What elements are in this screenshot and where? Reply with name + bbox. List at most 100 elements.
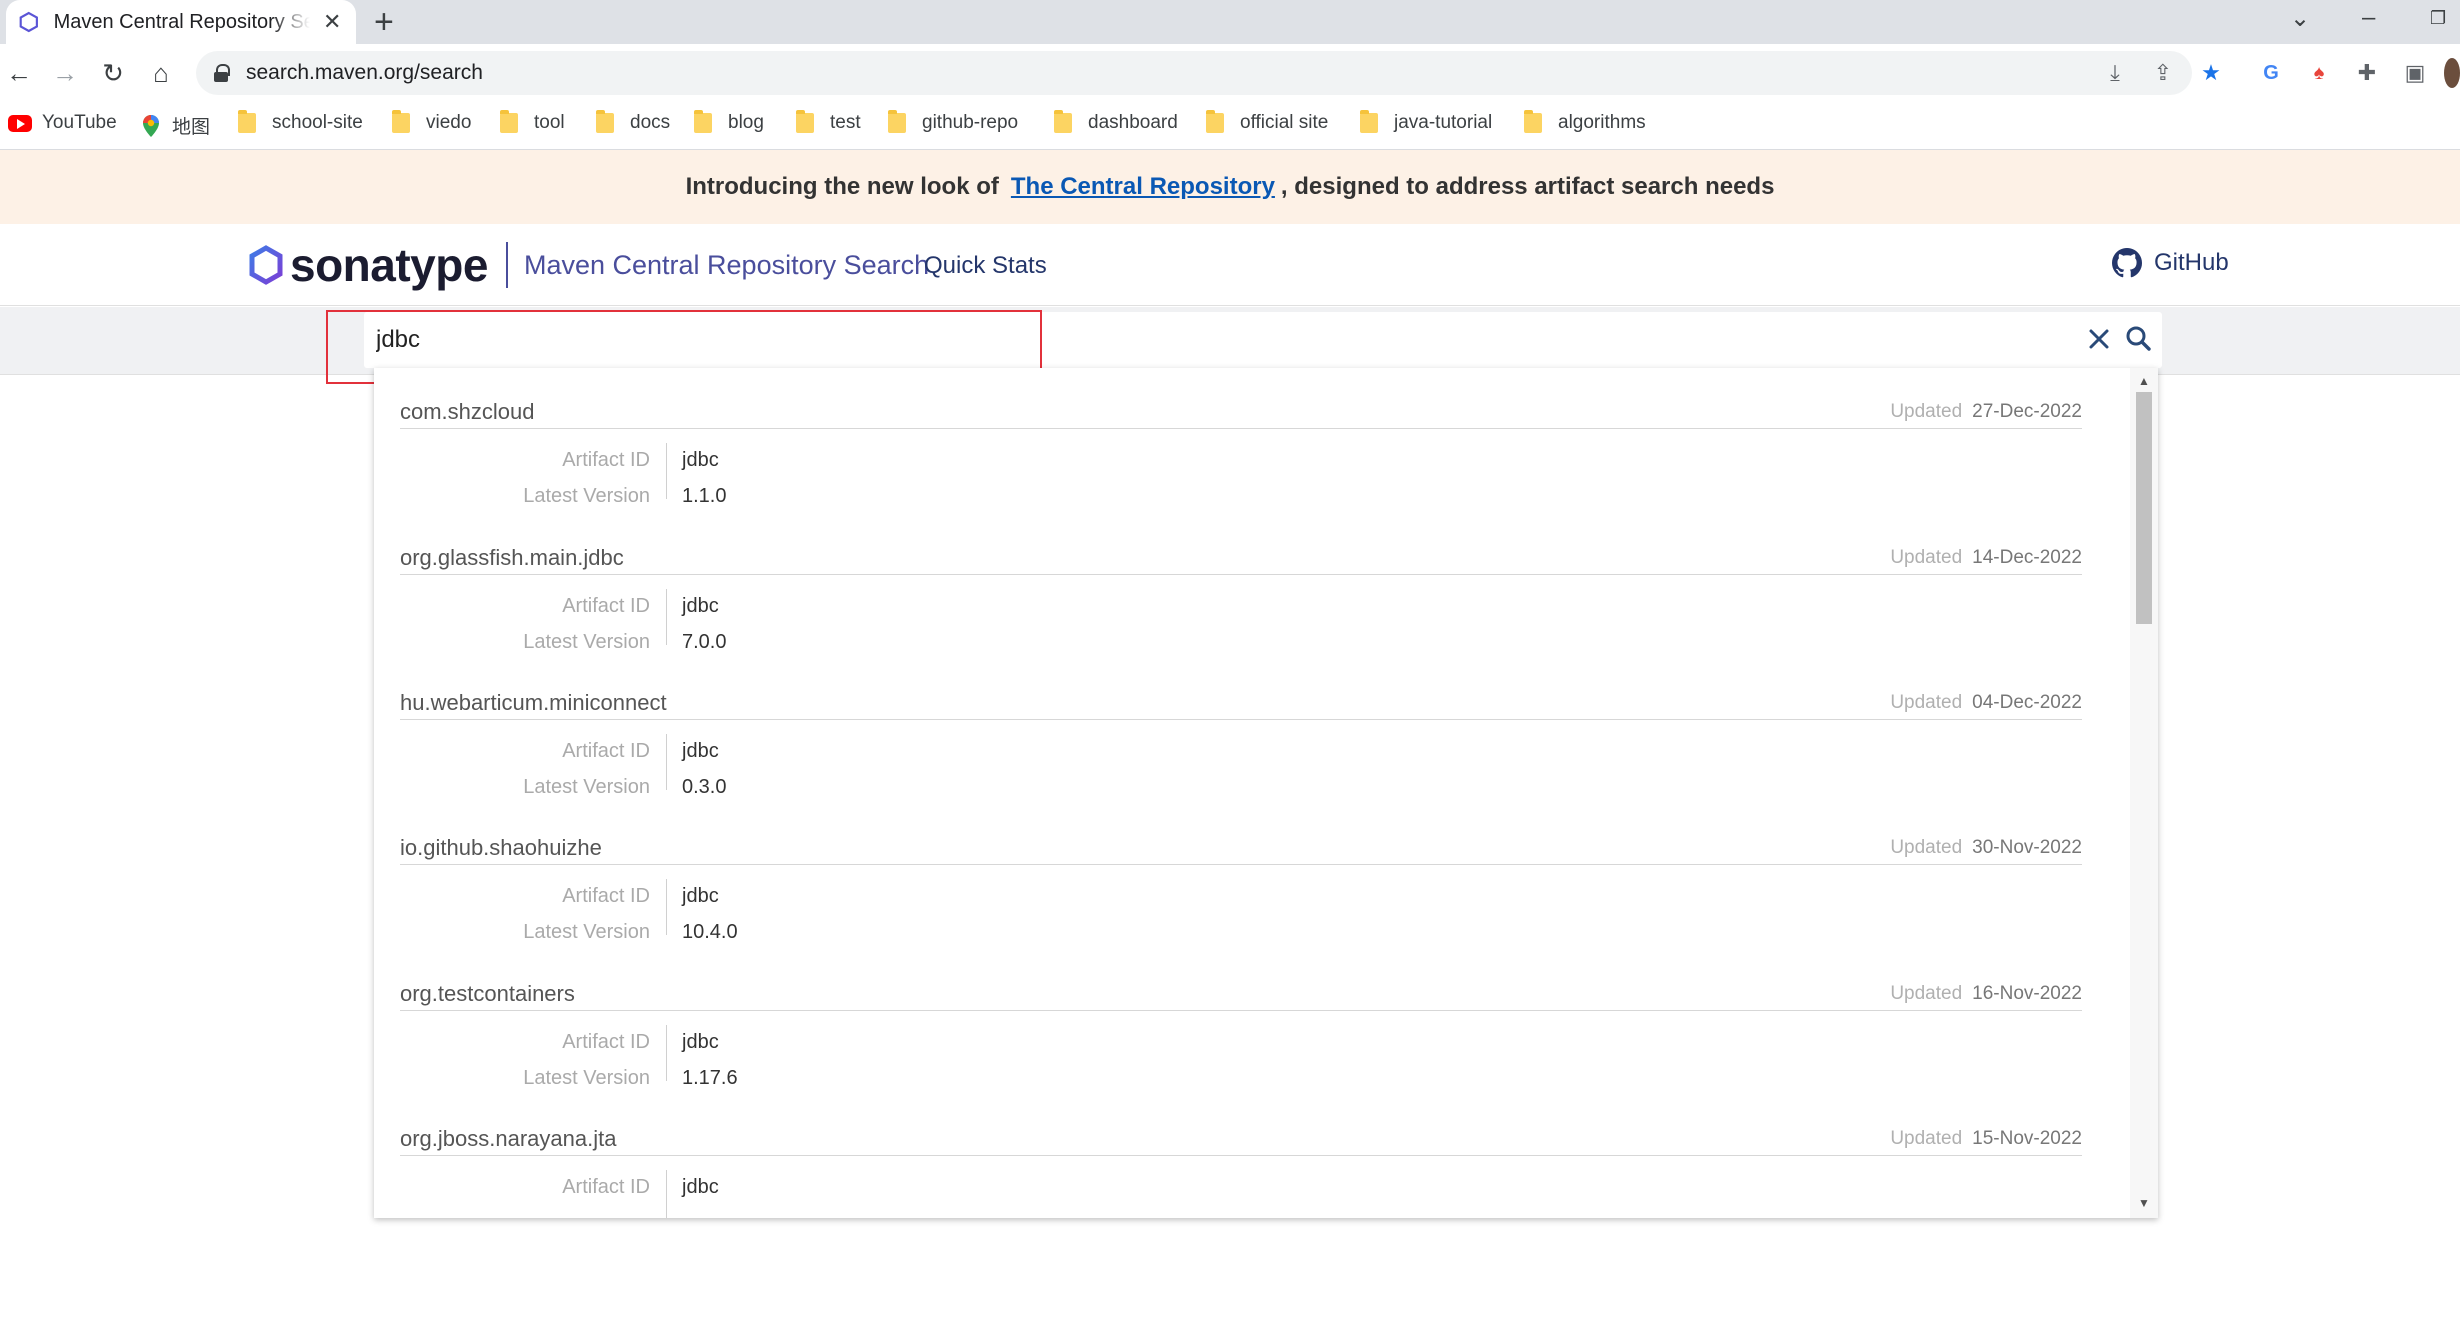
bookmark-maps[interactable]: 地图: [142, 112, 210, 139]
folder-icon: [1054, 110, 1072, 133]
group-id[interactable]: hu.webarticum.miniconnect: [400, 690, 667, 716]
bookmark-dashboard[interactable]: dashboard: [1054, 110, 1178, 134]
result-header: com.shzcloud Updated 27-Dec-2022: [400, 393, 2082, 429]
install-app-icon[interactable]: ⤓: [2100, 58, 2130, 88]
group-id[interactable]: org.glassfish.main.jdbc: [400, 545, 624, 571]
bookmark-youtube[interactable]: YouTube: [8, 112, 117, 134]
bookmark-viedo[interactable]: viedo: [392, 110, 471, 134]
scrollbar-thumb[interactable]: [2136, 392, 2152, 624]
bookmark-label: algorithms: [1558, 112, 1646, 133]
folder-icon: [796, 110, 814, 133]
translate-icon[interactable]: G: [2256, 58, 2286, 88]
bookmark-blog[interactable]: blog: [694, 110, 764, 134]
browser-tab[interactable]: Maven Central Repository Search ✕: [6, 0, 356, 44]
home-icon[interactable]: ⌂: [142, 54, 180, 92]
extensions-puzzle-icon[interactable]: ✚: [2352, 58, 2382, 88]
sonatype-logo[interactable]: sonatype Maven Central Repository Search: [248, 238, 929, 292]
reload-icon[interactable]: ↻: [94, 54, 132, 92]
meta-divider: [666, 1170, 667, 1218]
bookmark-label: dashboard: [1088, 112, 1178, 133]
bookmark-label: school-site: [272, 112, 363, 133]
bookmark-github-repo[interactable]: github-repo: [888, 110, 1019, 134]
latest-version-value: 10.4.0: [682, 921, 738, 943]
central-repository-link[interactable]: The Central Repository: [1011, 173, 1275, 201]
bookmark-official-site[interactable]: official site: [1206, 110, 1329, 134]
tab-title: Maven Central Repository Search: [53, 10, 311, 33]
restore-icon[interactable]: ❐: [2430, 8, 2446, 29]
bookmark-label: docs: [630, 112, 671, 133]
result-item[interactable]: com.shzcloud Updated 27-Dec-2022 Artifact…: [400, 393, 2082, 539]
tab-search-chevron-icon[interactable]: ⌄: [2290, 4, 2310, 33]
minimize-icon[interactable]: –: [2362, 4, 2375, 32]
meta-divider: [666, 589, 667, 645]
profile-avatar-icon[interactable]: [2444, 58, 2460, 88]
bookmark-label: github-repo: [922, 112, 1019, 133]
quick-stats-link[interactable]: Quick Stats: [924, 252, 1047, 280]
group-id[interactable]: org.jboss.narayana.jta: [400, 1126, 616, 1152]
result-item[interactable]: io.github.shaohuizhe Updated 30-Nov-2022 …: [400, 829, 2082, 975]
scroll-down-arrow-icon[interactable]: ▼: [2136, 1196, 2152, 1210]
artifact-id-label: Artifact ID: [562, 1176, 650, 1198]
meta-divider: [666, 879, 667, 935]
updated-value: 30-Nov-2022: [1972, 837, 2082, 858]
latest-version-value: 7.0.0: [682, 631, 727, 653]
updated-date: Updated 16-Nov-2022: [1890, 983, 2082, 1005]
sonatype-hex-icon: [19, 11, 38, 33]
folder-icon: [1524, 110, 1542, 133]
forward-icon[interactable]: →: [46, 54, 84, 92]
side-panel-icon[interactable]: ▣: [2400, 58, 2430, 88]
latest-version-label: Latest Version: [523, 1067, 650, 1089]
new-tab-icon[interactable]: +: [374, 4, 394, 40]
bookmark-java-tutorial[interactable]: java-tutorial: [1360, 110, 1493, 134]
close-tab-icon[interactable]: ✕: [320, 9, 344, 35]
lock-icon[interactable]: [214, 64, 230, 82]
artifact-id-value: jdbc: [682, 1176, 719, 1198]
group-id[interactable]: io.github.shaohuizhe: [400, 835, 602, 861]
artifact-id-value: jdbc: [682, 449, 719, 471]
artifact-id-label: Artifact ID: [562, 740, 650, 762]
updated-label: Updated: [1890, 401, 1963, 422]
bookmark-star-icon[interactable]: ★: [2196, 58, 2226, 88]
clear-search-icon[interactable]: [2082, 322, 2116, 356]
youtube-icon: [8, 114, 32, 132]
result-item[interactable]: org.jboss.narayana.jta Updated 15-Nov-202…: [400, 1120, 2082, 1218]
artifact-id-value: jdbc: [682, 1031, 719, 1053]
github-link[interactable]: GitHub: [2112, 248, 2229, 278]
bookmark-docs[interactable]: docs: [596, 110, 671, 134]
back-icon[interactable]: ←: [0, 54, 38, 92]
bookmark-label: YouTube: [42, 112, 117, 133]
group-id[interactable]: com.shzcloud: [400, 399, 535, 425]
artifact-id-value: jdbc: [682, 740, 719, 762]
extension-icon[interactable]: ♠: [2304, 58, 2334, 88]
folder-icon: [596, 110, 614, 133]
folder-icon: [1206, 110, 1224, 133]
artifact-id-value: jdbc: [682, 595, 719, 617]
updated-value: 15-Nov-2022: [1972, 1128, 2082, 1149]
bookmark-label: blog: [728, 112, 764, 133]
result-item[interactable]: hu.webarticum.miniconnect Updated 04-Dec-…: [400, 684, 2082, 830]
logo-text: sonatype: [290, 239, 488, 291]
updated-date: Updated 15-Nov-2022: [1890, 1128, 2082, 1150]
search-icon[interactable]: [2122, 322, 2156, 356]
site-header: sonatype Maven Central Repository Search…: [0, 224, 2460, 306]
artifact-id-label: Artifact ID: [562, 449, 650, 471]
artifact-id-value: jdbc: [682, 885, 719, 907]
folder-icon: [888, 110, 906, 133]
url-text: search.maven.org/search: [246, 61, 483, 84]
bookmark-algorithms[interactable]: algorithms: [1524, 110, 1646, 134]
updated-value: 14-Dec-2022: [1972, 547, 2082, 568]
share-icon[interactable]: ⇪: [2148, 58, 2178, 88]
bookmark-label: java-tutorial: [1394, 112, 1493, 133]
result-item[interactable]: org.glassfish.main.jdbc Updated 14-Dec-20…: [400, 539, 2082, 685]
result-item[interactable]: org.testcontainers Updated 16-Nov-2022 Ar…: [400, 975, 2082, 1121]
updated-date: Updated 14-Dec-2022: [1890, 547, 2082, 569]
address-bar[interactable]: search.maven.org/search: [196, 51, 2192, 95]
bookmark-school-site[interactable]: school-site: [238, 110, 363, 134]
bookmark-test[interactable]: test: [796, 110, 861, 134]
group-id[interactable]: org.testcontainers: [400, 981, 575, 1007]
scroll-up-arrow-icon[interactable]: ▲: [2136, 374, 2152, 388]
github-label: GitHub: [2154, 249, 2229, 276]
bookmark-tool[interactable]: tool: [500, 110, 565, 134]
updated-value: 16-Nov-2022: [1972, 983, 2082, 1004]
bookmark-label: official site: [1240, 112, 1329, 133]
